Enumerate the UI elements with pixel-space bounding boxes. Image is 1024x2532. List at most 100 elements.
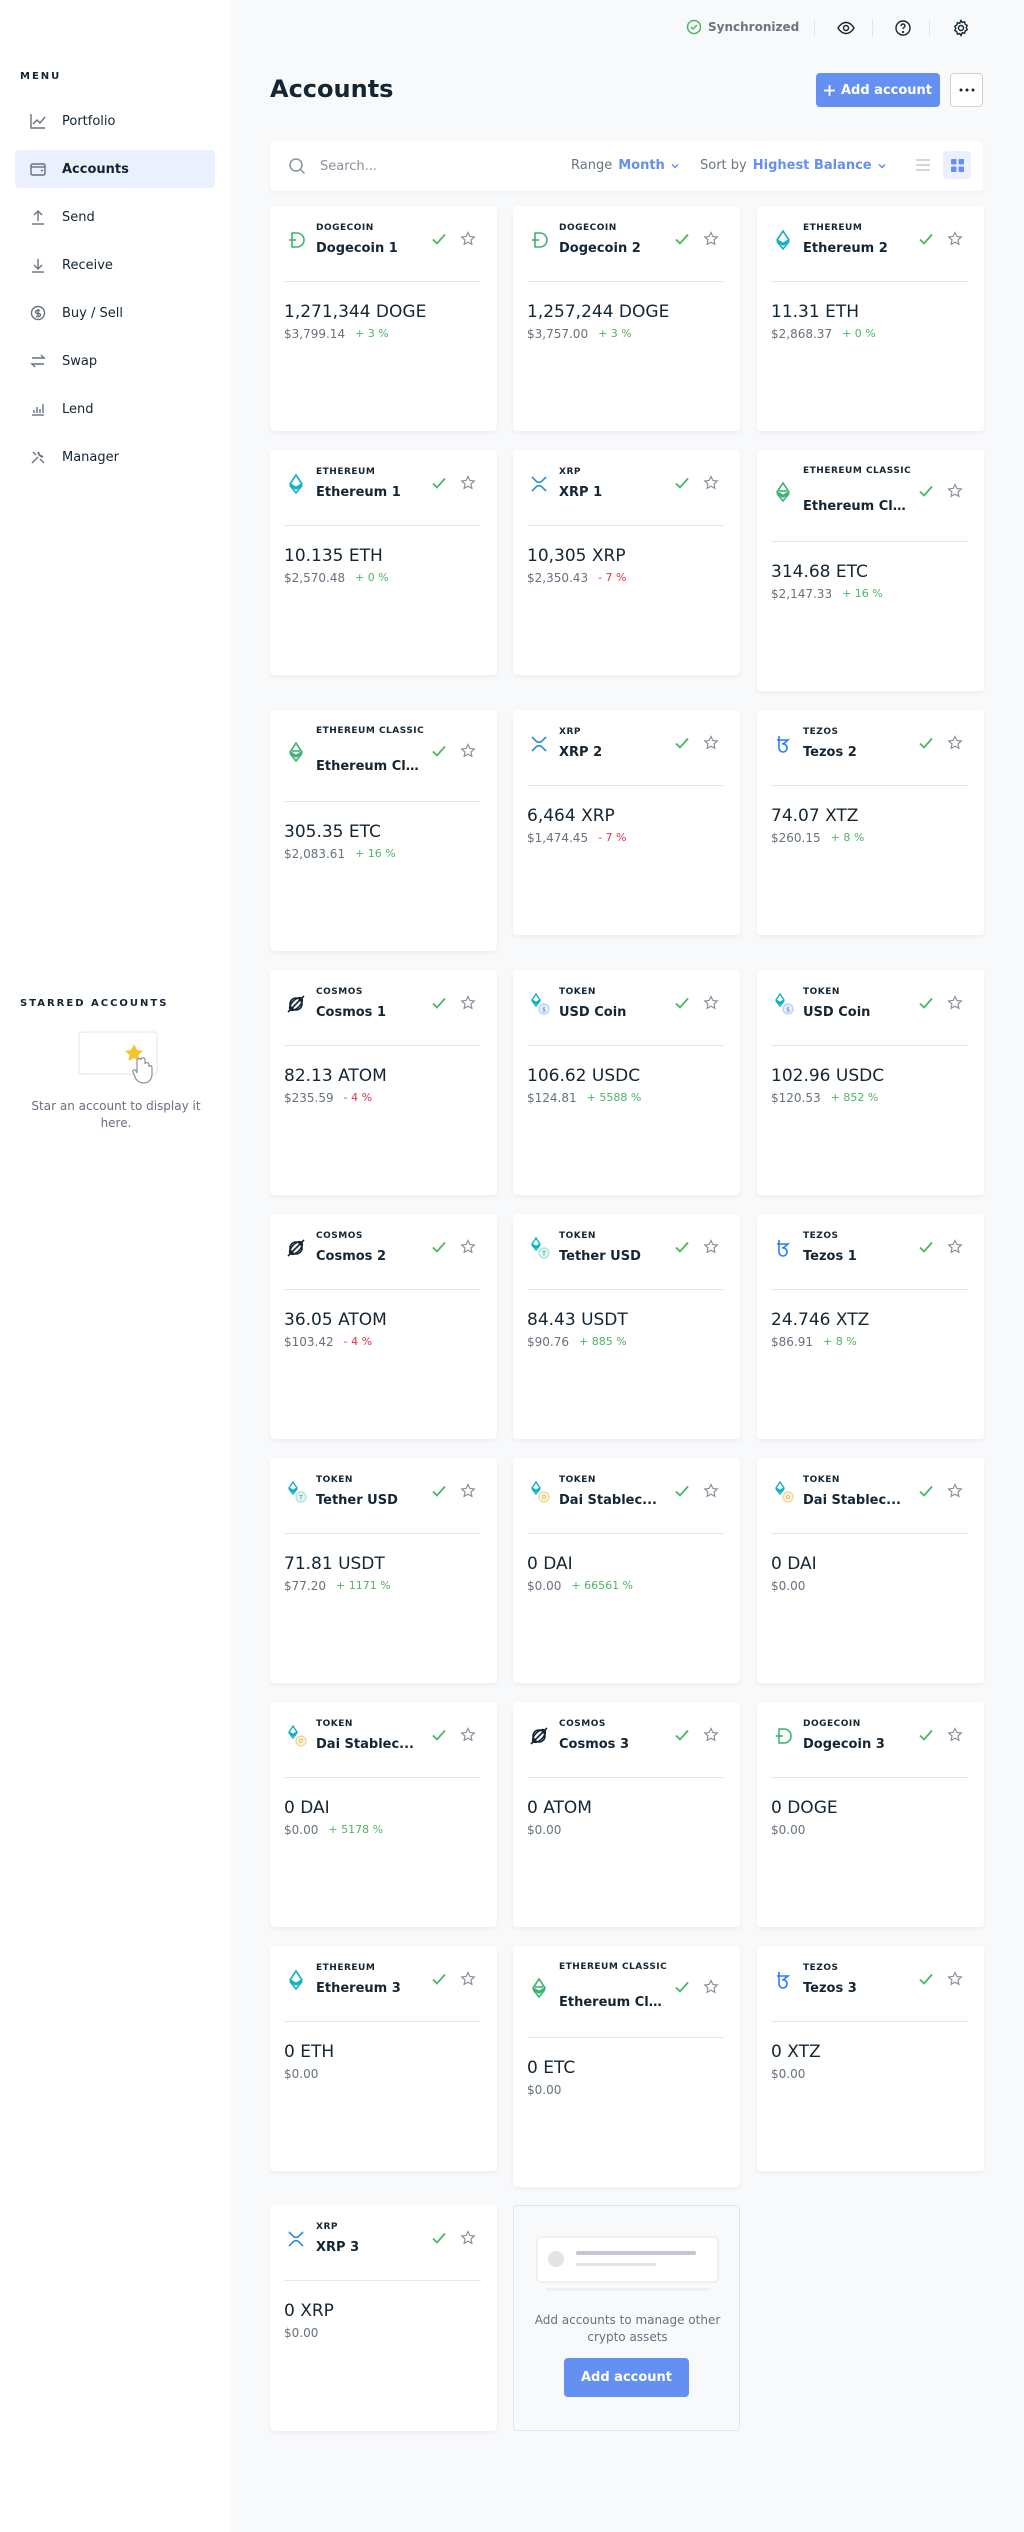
account-card[interactable]: XRP XRP 1 10,305 XRP $2,350.43 - 7 % <box>513 450 740 675</box>
card-divider <box>284 1289 481 1290</box>
check-icon <box>430 1482 448 1500</box>
account-name: Ethereum 3 <box>316 1981 401 1996</box>
star-icon[interactable] <box>947 735 963 751</box>
star-icon[interactable] <box>460 1239 476 1255</box>
account-name: Ethereum 1 <box>316 485 401 500</box>
list-view-button[interactable] <box>909 151 937 179</box>
star-icon[interactable] <box>947 231 963 247</box>
search-input[interactable] <box>320 154 520 178</box>
star-icon[interactable] <box>703 1483 719 1499</box>
star-icon[interactable] <box>703 995 719 1011</box>
account-balance: 0 DOGE <box>771 1798 838 1818</box>
account-card[interactable]: DOGECOIN Dogecoin 3 0 DOGE $0.00 <box>757 1702 984 1927</box>
star-icon[interactable] <box>947 1727 963 1743</box>
sidebar-item-buy-sell[interactable]: Buy / Sell <box>15 294 215 332</box>
account-card[interactable]: ETHEREUM CLASSIC Ethereum Clas... 314.68 E… <box>757 450 984 691</box>
add-account-button-secondary[interactable]: Add account <box>564 2358 689 2397</box>
star-icon[interactable] <box>947 1971 963 1987</box>
account-fiat-value: $0.00 <box>771 2067 806 2081</box>
sort-filter[interactable]: Sort by Highest Balance <box>700 158 887 173</box>
account-balance: 0 DAI <box>284 1798 330 1818</box>
account-name: Dai Stablec... <box>559 1493 657 1508</box>
star-icon[interactable] <box>703 1727 719 1743</box>
sidebar-item-label: Swap <box>62 353 98 369</box>
account-card[interactable]: ETHEREUM CLASSIC Ethereum Clas... 305.35 E… <box>270 710 497 951</box>
star-icon[interactable] <box>703 1979 719 1995</box>
account-name: Tether USD <box>559 1249 641 1264</box>
account-card[interactable]: T TOKEN Tether USD 71.81 USDT $77.20 + 1171 % <box>270 1458 497 1683</box>
check-icon <box>430 230 448 248</box>
account-balance: 1,271,344 DOGE <box>284 302 427 322</box>
star-icon[interactable] <box>947 995 963 1011</box>
star-icon[interactable] <box>703 735 719 751</box>
help-icon[interactable] <box>892 17 914 39</box>
star-icon[interactable] <box>460 2230 476 2246</box>
star-icon[interactable] <box>460 475 476 491</box>
range-filter[interactable]: Range Month <box>571 158 680 173</box>
account-card[interactable]: XRP XRP 3 0 XRP $0.00 <box>270 2205 497 2431</box>
gear-icon[interactable] <box>950 17 972 39</box>
star-icon[interactable] <box>947 1483 963 1499</box>
account-change: + 3 % <box>598 327 632 340</box>
account-card[interactable]: COSMOS Cosmos 1 82.13 ATOM $235.59 - 4 % <box>270 970 497 1195</box>
add-account-button[interactable]: Add account <box>816 73 940 107</box>
account-card[interactable]: D TOKEN Dai Stablec... 0 DAI $0.00 <box>757 1458 984 1683</box>
star-icon[interactable] <box>947 1239 963 1255</box>
more-options-button[interactable] <box>950 73 983 107</box>
tezos-icon <box>771 732 795 756</box>
account-card[interactable]: T TOKEN Tether USD 84.43 USDT $90.76 + 885 % <box>513 1214 740 1439</box>
account-countervalue-row: $0.00 + 5178 % <box>284 1823 383 1837</box>
sidebar-item-lend[interactable]: Lend <box>15 390 215 428</box>
account-card[interactable]: ETHEREUM Ethereum 1 10.135 ETH $2,570.48 + 0… <box>270 450 497 675</box>
account-family: TOKEN <box>316 1475 353 1485</box>
sidebar-item-manager[interactable]: Manager <box>15 438 215 476</box>
account-card[interactable]: TEZOS Tezos 2 74.07 XTZ $260.15 + 8 % <box>757 710 984 935</box>
account-card[interactable]: D TOKEN Dai Stablec... 0 DAI $0.00 + 66561 % <box>513 1458 740 1683</box>
account-card[interactable]: ETHEREUM CLASSIC Ethereum Clas... 0 ETC $0.… <box>513 1946 740 2187</box>
sidebar-item-send[interactable]: Send <box>15 198 215 236</box>
sidebar-item-accounts[interactable]: Accounts <box>15 150 215 188</box>
check-icon <box>917 230 935 248</box>
topbar-divider <box>814 19 815 37</box>
account-family: ETHEREUM CLASSIC <box>803 466 912 476</box>
account-card[interactable]: COSMOS Cosmos 2 36.05 ATOM $103.42 - 4 % <box>270 1214 497 1439</box>
star-icon[interactable] <box>703 1239 719 1255</box>
star-icon[interactable] <box>460 1727 476 1743</box>
account-card[interactable]: ETHEREUM Ethereum 3 0 ETH $0.00 <box>270 1946 497 2171</box>
account-family: ETHEREUM <box>316 1963 376 1973</box>
eye-icon[interactable] <box>835 17 857 39</box>
star-icon[interactable] <box>703 231 719 247</box>
account-balance: 71.81 USDT <box>284 1554 385 1574</box>
account-card[interactable]: $ TOKEN USD Coin 102.96 USDC $120.53 + 852 % <box>757 970 984 1195</box>
account-card[interactable]: ETHEREUM Ethereum 2 11.31 ETH $2,868.37 + 0 … <box>757 206 984 431</box>
check-icon <box>673 734 691 752</box>
sidebar-item-receive[interactable]: Receive <box>15 246 215 284</box>
account-card[interactable]: DOGECOIN Dogecoin 2 1,257,244 DOGE $3,757.0… <box>513 206 740 431</box>
sidebar-item-portfolio[interactable]: Portfolio <box>15 102 215 140</box>
card-divider <box>284 1533 481 1534</box>
star-icon[interactable] <box>460 231 476 247</box>
card-divider <box>284 281 481 282</box>
check-icon <box>917 1238 935 1256</box>
star-icon[interactable] <box>460 743 476 759</box>
account-card[interactable]: $ TOKEN USD Coin 106.62 USDC $124.81 + 5588 % <box>513 970 740 1195</box>
star-icon[interactable] <box>947 483 963 499</box>
sidebar-item-swap[interactable]: Swap <box>15 342 215 380</box>
account-card[interactable]: D TOKEN Dai Stablec... 0 DAI $0.00 + 5178 % <box>270 1702 497 1927</box>
account-countervalue-row: $77.20 + 1171 % <box>284 1579 391 1593</box>
account-card[interactable]: DOGECOIN Dogecoin 1 1,271,344 DOGE $3,799.1… <box>270 206 497 431</box>
account-card[interactable]: XRP XRP 2 6,464 XRP $1,474.45 - 7 % <box>513 710 740 935</box>
account-family: COSMOS <box>316 1231 363 1241</box>
card-divider <box>284 1045 481 1046</box>
star-icon[interactable] <box>460 1483 476 1499</box>
account-card[interactable]: TEZOS Tezos 3 0 XTZ $0.00 <box>757 1946 984 2171</box>
account-countervalue-row: $3,757.00 + 3 % <box>527 327 632 341</box>
star-icon[interactable] <box>460 995 476 1011</box>
account-name: Dai Stablec... <box>803 1493 901 1508</box>
sidebar-item-label: Buy / Sell <box>62 305 123 321</box>
account-card[interactable]: COSMOS Cosmos 3 0 ATOM $0.00 <box>513 1702 740 1927</box>
star-icon[interactable] <box>703 475 719 491</box>
grid-view-button[interactable] <box>943 151 971 179</box>
star-icon[interactable] <box>460 1971 476 1987</box>
account-card[interactable]: TEZOS Tezos 1 24.746 XTZ $86.91 + 8 % <box>757 1214 984 1439</box>
